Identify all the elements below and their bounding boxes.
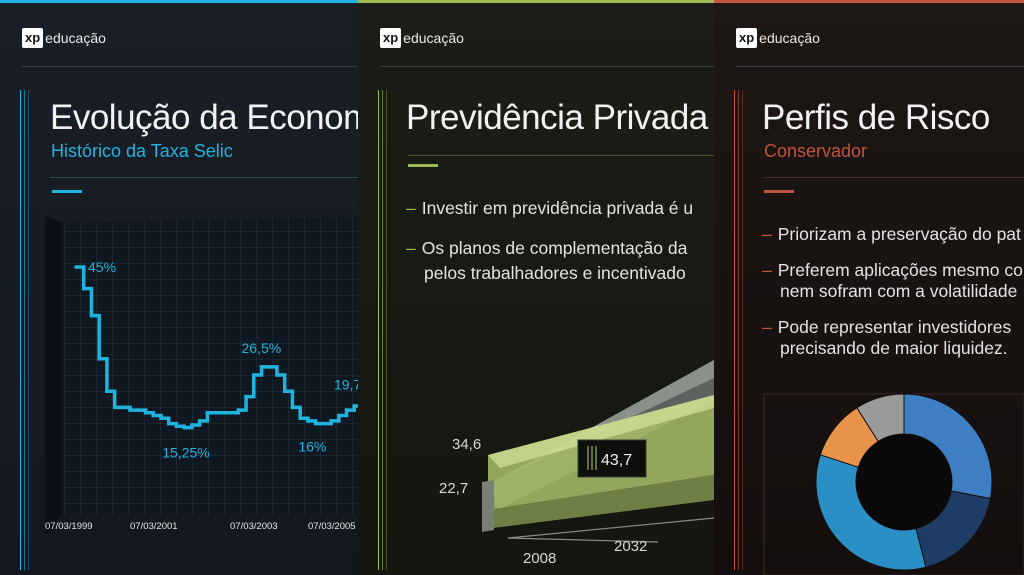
x-tick-2008: 2008 — [523, 550, 556, 567]
xp-educacao-logo: xp educação — [380, 28, 464, 48]
divider — [736, 66, 1024, 67]
y-label-bottom: 22,7 — [439, 480, 468, 497]
selic-data-point — [352, 404, 357, 408]
selic-data-point — [290, 405, 295, 410]
selic-data-point — [159, 416, 163, 420]
selic-data-point — [337, 413, 341, 418]
logo-mark: xp — [736, 28, 758, 48]
selic-data-point — [197, 419, 202, 423]
xp-educacao-logo: xp educação — [22, 28, 106, 48]
accent-bar — [764, 190, 794, 193]
slide-title: Previdência Privada — [406, 98, 708, 137]
selic-data-point — [298, 416, 302, 420]
selic-data-point — [120, 405, 125, 410]
bullet-item: – Investir em previdência privada é u — [406, 198, 694, 218]
selic-data-point — [306, 419, 310, 423]
selic-data-point — [251, 373, 256, 377]
donut-hole — [856, 434, 952, 530]
selic-data-point — [74, 265, 78, 269]
slide-economia: xp educação Evolução da Economia Históri… — [0, 0, 358, 575]
logo-mark: xp — [22, 28, 44, 48]
selic-annotation: 16% — [298, 439, 326, 455]
accent-bar — [52, 190, 82, 193]
selic-data-point — [89, 313, 94, 318]
slide-perfis-risco: xp educação Perfis de Risco Conservador … — [714, 0, 1024, 575]
selic-data-point — [313, 421, 318, 426]
selic-data-point — [174, 424, 179, 429]
previdencia-3d-chart: 34,6 22,7 2008 2032 43,7 — [439, 360, 714, 567]
selic-data-point — [136, 408, 140, 412]
selic-data-point — [282, 389, 287, 393]
bullet-item: – Os planos de complementação da — [406, 238, 688, 258]
selic-data-point — [244, 394, 248, 399]
slide-top-bar — [358, 0, 714, 3]
x-tick-2032: 2032 — [614, 538, 647, 555]
selic-data-point — [213, 411, 217, 415]
selic-data-point — [275, 373, 279, 377]
x-tick-label: 07/03/2001 — [130, 521, 178, 532]
x-tick-label: 07/03/1999 — [45, 521, 93, 532]
selic-annotation: 45% — [88, 259, 116, 275]
selic-annotation: 26,5% — [242, 340, 282, 356]
selic-data-point — [81, 286, 86, 291]
selic-data-point — [205, 411, 210, 415]
selic-data-point — [236, 408, 241, 412]
chart-left-face — [45, 215, 62, 535]
selic-data-point — [97, 357, 101, 361]
selic-data-point — [112, 405, 117, 410]
accent-bar — [408, 164, 438, 167]
bar-shape — [482, 480, 494, 532]
selic-data-point — [182, 425, 187, 430]
slide-title: Evolução da Economia — [50, 98, 358, 137]
selic-annotation: 19,75% — [334, 376, 358, 392]
selic-data-point — [344, 408, 349, 412]
selic-data-point — [128, 408, 132, 412]
x-tick-label: 07/03/2003 — [230, 521, 278, 532]
x-tick-label: 07/03/2005 — [308, 521, 356, 532]
selic-data-point — [143, 411, 148, 415]
risk-profile-donut — [763, 393, 1024, 575]
divider — [380, 66, 714, 67]
selic-annotation: 15,25% — [162, 445, 209, 461]
selic-data-point — [321, 421, 326, 426]
logo-mark: xp — [380, 28, 402, 48]
xp-educacao-logo: xp educação — [736, 28, 820, 48]
slide-title: Perfis de Risco — [762, 98, 990, 137]
subtitle-divider — [764, 177, 1024, 178]
logo-text: educação — [45, 30, 106, 46]
selic-line-chart: 07/03/1999 07/03/2001 07/03/2003 07/03/2005… — [45, 215, 358, 535]
logo-text: educação — [403, 30, 464, 46]
bullet-item-continuation: pelos trabalhadores e incentivado — [424, 263, 686, 283]
selic-data-point — [267, 365, 272, 369]
selic-data-point — [151, 413, 156, 418]
y-label-top: 34,6 — [452, 436, 481, 453]
slide-subtitle: Histórico da Taxa Selic — [51, 141, 233, 161]
bullet-item: – Priorizam a preservação do pat — [762, 224, 1021, 244]
selic-data-point — [228, 411, 233, 415]
selic-data-point — [259, 365, 264, 369]
bullet-item-continuation: nem sofram com a volatilidade — [780, 281, 1018, 301]
slide-top-bar — [0, 0, 358, 3]
slide-top-bar — [714, 0, 1024, 3]
slide-subtitle: Conservador — [764, 141, 868, 161]
selic-data-point — [190, 423, 194, 427]
logo-text: educação — [759, 30, 820, 46]
title-divider — [408, 155, 714, 156]
divider — [22, 66, 358, 67]
slide-previdencia: xp educação Previdência Privada – Investi… — [358, 0, 714, 575]
selic-data-point — [221, 411, 225, 415]
selic-data-point — [166, 421, 171, 426]
bullet-item-continuation: precisando de maior liquidez. — [780, 338, 1008, 358]
selic-data-point — [105, 389, 109, 393]
subtitle-divider — [50, 177, 358, 178]
callout-value: 43,7 — [601, 452, 632, 469]
selic-data-point — [329, 419, 333, 423]
